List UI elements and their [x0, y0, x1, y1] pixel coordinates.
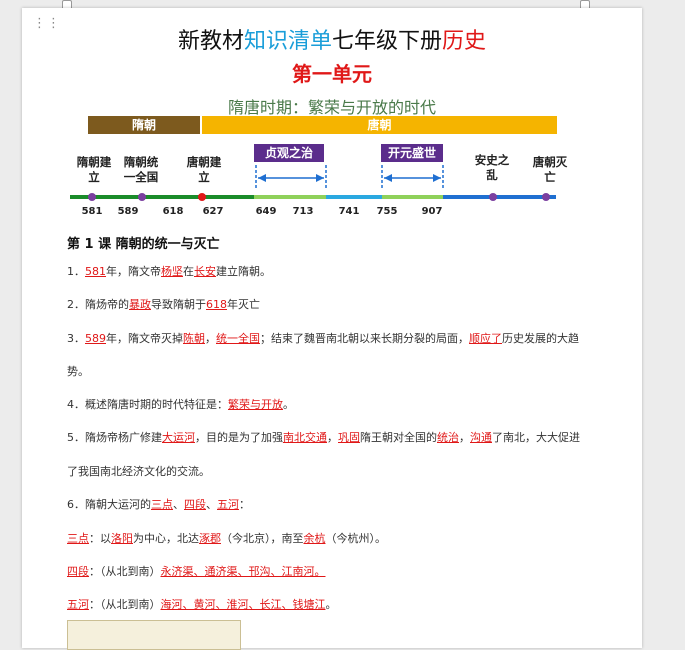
text: 。 [325, 598, 337, 611]
unit-heading: 第一单元 [292, 62, 372, 86]
text: 为中心，北达 [133, 532, 199, 545]
answer-blank: 海河、黄河、淮河、长江、钱塘江 [160, 598, 326, 611]
text: ， [327, 431, 338, 444]
answer-blank: 顺应了 [469, 332, 502, 345]
text: 2．隋炀帝的 [67, 298, 129, 311]
text: 4．概述隋唐时期的时代特征是： [67, 398, 228, 411]
year-907: 907 [421, 206, 443, 217]
answer-blank: 统一全国 [216, 332, 260, 345]
answer-blank: 洛阳 [111, 532, 133, 545]
text: ：（从北到南） [89, 565, 161, 578]
answer-blank: 永济渠、通济渠、邗沟、江南河。 [160, 565, 326, 578]
item-6: 6．隋朝大运河的三点、四段、五河： [67, 496, 627, 512]
answer-blank: 沟通 [470, 431, 492, 444]
answer-blank: 三点 [151, 498, 173, 511]
text: 、 [206, 498, 217, 511]
text: 年，隋文帝灭掉 [106, 332, 183, 345]
answer-blank: 589 [85, 332, 106, 345]
answer-blank: 五河 [217, 498, 239, 511]
answer-blank: 四段 [184, 498, 206, 511]
item-5-cont: 了我国南北经济文化的交流。 [67, 465, 210, 478]
title-part2: 知识清单 [243, 29, 332, 54]
text: ，目的是为了加强 [195, 431, 283, 444]
answer-blank: 巩固 [338, 431, 360, 444]
text: ， [205, 332, 216, 345]
item-5: 5．隋炀帝杨广修建大运河，目的是为了加强南北交通，巩固隋王朝对全国的统治，沟通了… [67, 429, 627, 445]
text: 了南北，大大促进 [492, 431, 580, 444]
text: （今杭州）。 [325, 532, 387, 545]
item-1: 1．581年，隋文帝杨坚在长安建立隋朝。 [67, 263, 627, 279]
item-four-sections: 四段：（从北到南）永济渠、通济渠、邗沟、江南河。 [67, 563, 627, 579]
text: ：（从北到南） [89, 598, 161, 611]
answer-blank: 暴政 [129, 298, 151, 311]
answer-blank: 余杭 [303, 532, 326, 545]
year-649: 649 [255, 206, 277, 217]
item-4: 4．概述隋唐时期的时代特征是：繁荣与开放。 [67, 396, 627, 412]
text: ： [239, 498, 250, 511]
canal-map-image [67, 620, 241, 650]
answer-blank: 杨坚 [161, 265, 183, 278]
answer-blank: 统治 [437, 431, 459, 444]
text: 3． [67, 332, 85, 345]
text: 历史发展的大趋 [502, 332, 579, 345]
answer-blank: 三点 [67, 532, 89, 545]
text: 年灭亡 [227, 298, 260, 311]
lesson-heading: 第 1 课 隋朝的统一与灭亡 [67, 237, 220, 252]
answer-blank: 大运河 [162, 431, 195, 444]
item-three-points: 三点：以洛阳为中心，北达涿郡（今北京），南至余杭（今杭州）。 [67, 530, 627, 546]
item-3: 3．589年，隋文帝灭掉陈朝，统一全国；结束了魏晋南北朝以来长期分裂的局面，顺应… [67, 330, 627, 346]
item-3-cont: 势。 [67, 365, 89, 378]
text: 隋王朝对全国的 [360, 431, 437, 444]
year-741: 741 [338, 206, 360, 217]
text: （今北京），南至 [221, 532, 304, 545]
text: 5．隋炀帝杨广修建 [67, 431, 162, 444]
answer-blank: 长安 [194, 265, 216, 278]
item-2: 2．隋炀帝的暴政导致隋朝于618年灭亡 [67, 296, 627, 312]
text: 在 [183, 265, 194, 278]
answer-blank: 五河 [67, 598, 89, 611]
answer-blank: 四段 [67, 565, 89, 578]
text: 建立隋朝。 [216, 265, 271, 278]
text: 导致隋朝于 [151, 298, 206, 311]
text: ， [459, 431, 470, 444]
sui-dynasty-bar: 隋朝 [88, 116, 200, 134]
title-part1: 新教材 [177, 29, 244, 54]
year-589: 589 [117, 206, 139, 217]
year-581: 581 [81, 206, 103, 217]
answer-blank: 618 [206, 298, 227, 311]
item-five-rivers: 五河：（从北到南）海河、黄河、淮河、长江、钱塘江。 [67, 596, 627, 612]
text: 6．隋朝大运河的 [67, 498, 151, 511]
year-618: 618 [162, 206, 184, 217]
answer-blank: 陈朝 [183, 332, 205, 345]
document-page: ⋮⋮ 新教材知识清单七年级下册历史 第一单元 隋唐时期：繁荣与开放的时代 隋朝 … [22, 8, 642, 650]
answer-blank: 581 [85, 265, 106, 278]
text: 1． [67, 265, 85, 278]
title-part3: 七年级下册 [332, 29, 443, 54]
answer-blank: 涿郡 [199, 532, 221, 545]
year-755: 755 [376, 206, 398, 217]
text: 、 [173, 498, 184, 511]
answer-blank: 繁荣与开放 [228, 398, 283, 411]
period-heading: 隋唐时期：繁荣与开放的时代 [227, 98, 436, 117]
text: 年，隋文帝 [106, 265, 161, 278]
answer-blank: 南北交通 [283, 431, 327, 444]
text: ；结束了魏晋南北朝以来长期分裂的局面， [260, 332, 469, 345]
text: 。 [283, 398, 294, 411]
year-627: 627 [202, 206, 224, 217]
year-713: 713 [292, 206, 314, 217]
text: ：以 [89, 532, 111, 545]
tang-dynasty-bar: 唐朝 [202, 116, 557, 134]
page-title: 新教材知识清单七年级下册历史 [22, 23, 642, 55]
title-part4: 历史 [442, 29, 487, 54]
